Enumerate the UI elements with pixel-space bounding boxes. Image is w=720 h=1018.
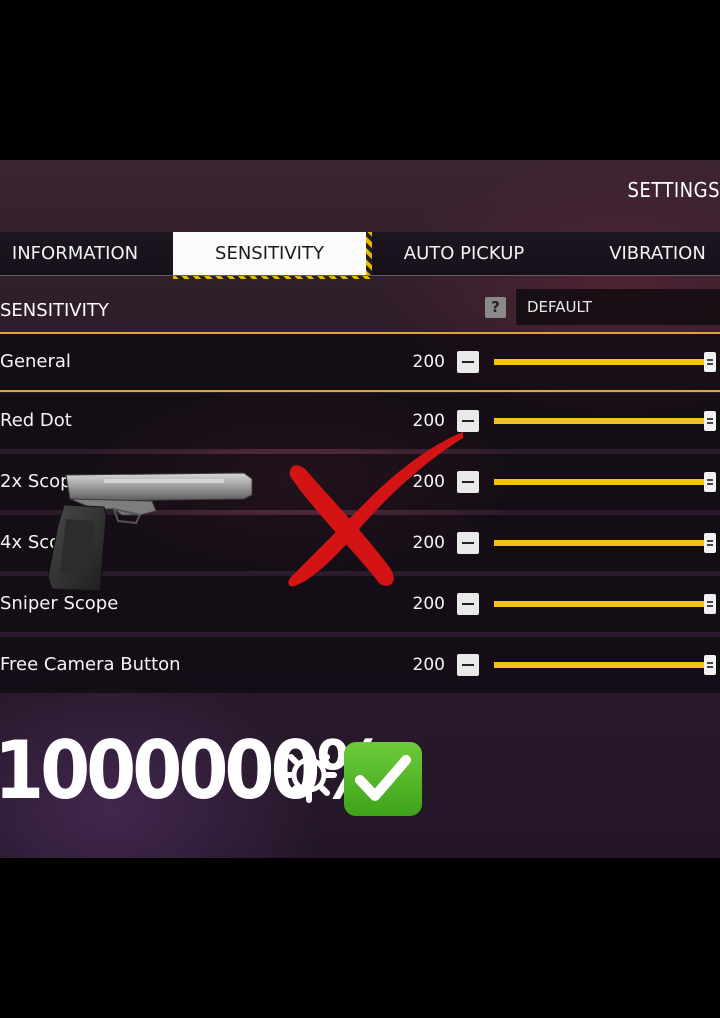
page-title: SETTINGS — [627, 178, 720, 202]
preset-select[interactable]: DEFAULT — [515, 289, 720, 325]
decrease-button[interactable] — [457, 351, 479, 373]
settings-panel: SETTINGS INFORMATION SENSITIVITY AUTO PI… — [0, 160, 720, 858]
slider-fill — [494, 540, 706, 546]
slider-thumb[interactable] — [704, 411, 716, 431]
row-value: 200 — [412, 655, 445, 675]
slider-fill — [494, 418, 706, 424]
pistol-image — [47, 472, 253, 592]
gear-icon — [281, 747, 337, 803]
tab-bar: INFORMATION SENSITIVITY AUTO PICKUP VIBR… — [0, 232, 720, 279]
section-label: SENSITIVITY — [0, 300, 109, 321]
slider-track[interactable] — [494, 479, 706, 485]
slider-thumb[interactable] — [704, 655, 716, 675]
red-x-mark — [288, 432, 463, 587]
slider-track[interactable] — [494, 418, 706, 424]
slider-thumb[interactable] — [704, 352, 716, 372]
row-label: Free Camera Button — [0, 654, 181, 675]
slider-thumb[interactable] — [704, 533, 716, 553]
decrease-button[interactable] — [457, 593, 479, 615]
row-label: Red Dot — [0, 410, 72, 431]
help-icon[interactable]: ? — [485, 297, 506, 318]
row-value: 200 — [412, 352, 445, 372]
slider-thumb[interactable] — [704, 594, 716, 614]
slider-thumb[interactable] — [704, 472, 716, 492]
slider-fill — [494, 662, 706, 668]
slider-fill — [494, 479, 706, 485]
sensitivity-row: General 200 — [0, 332, 720, 392]
slider-track[interactable] — [494, 662, 706, 668]
slider-track[interactable] — [494, 601, 706, 607]
slider-track[interactable] — [494, 540, 706, 546]
tab-vibration[interactable]: VIBRATION — [595, 232, 720, 276]
tab-auto-pickup[interactable]: AUTO PICKUP — [385, 232, 543, 276]
check-mark-icon — [344, 742, 422, 816]
slider-fill — [494, 601, 706, 607]
row-label: General — [0, 351, 71, 372]
sensitivity-row: Free Camera Button 200 — [0, 637, 720, 693]
slider-fill — [494, 359, 706, 365]
slider-track[interactable] — [494, 359, 706, 365]
tab-sensitivity[interactable]: SENSITIVITY — [173, 232, 372, 279]
decrease-button[interactable] — [457, 654, 479, 676]
tab-information[interactable]: INFORMATION — [0, 232, 150, 276]
